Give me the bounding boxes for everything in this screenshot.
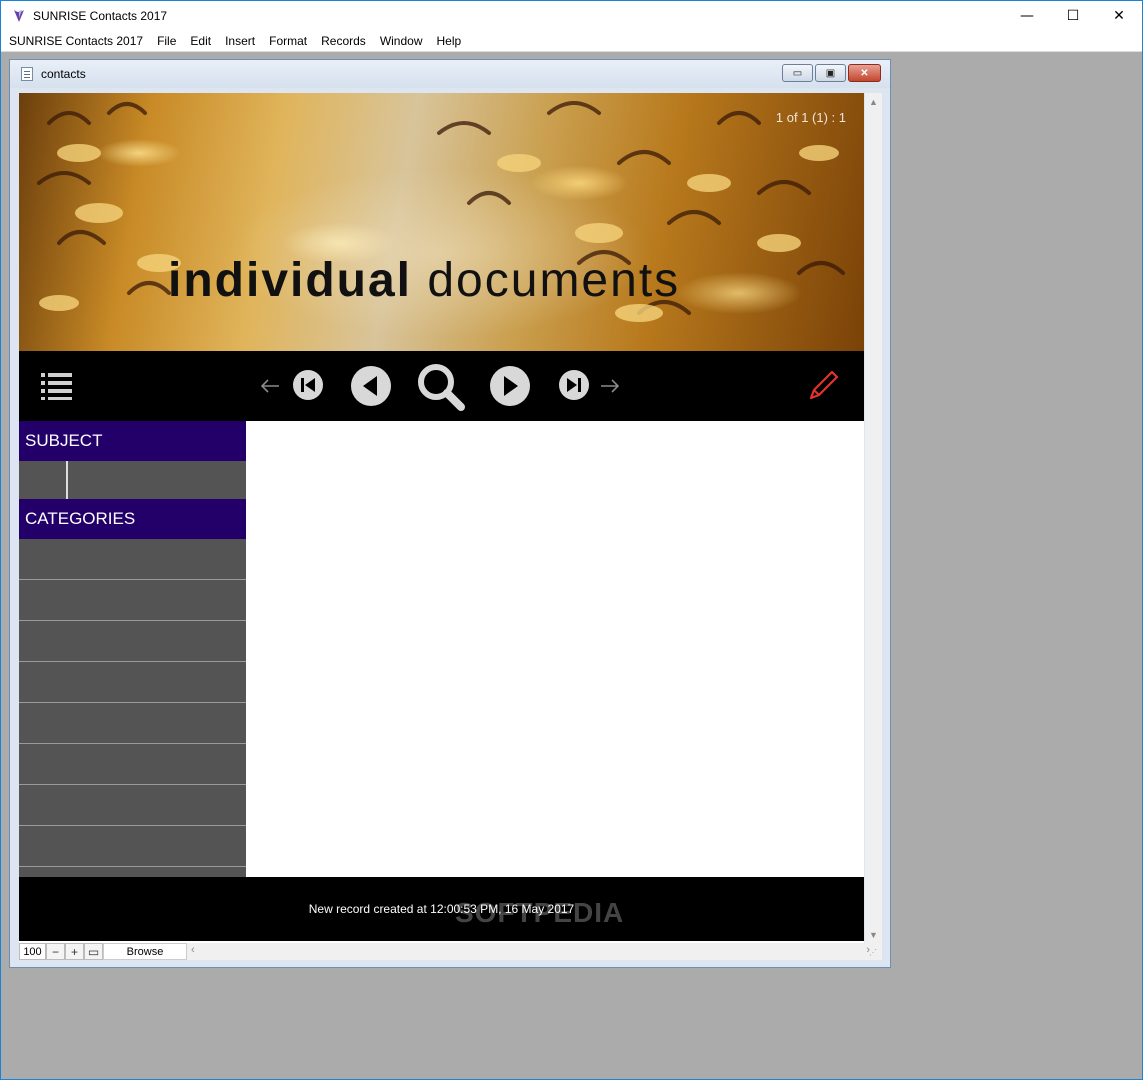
categories-header: CATEGORIES: [19, 499, 246, 539]
header-banner: 1 of 1 (1) : 1 individual documents: [19, 93, 864, 351]
layout-content: 1 of 1 (1) : 1 individual documents SUBJ…: [19, 93, 864, 943]
scroll-up-icon[interactable]: ▲: [865, 93, 882, 110]
search-icon[interactable]: [415, 361, 467, 413]
menu-edit[interactable]: Edit: [183, 34, 218, 48]
layout-title: individual documents: [168, 253, 680, 308]
mode-selector[interactable]: Browse: [103, 943, 187, 960]
status-message: New record created at 12:00:53 PM, 16 Ma…: [308, 902, 575, 916]
zoom-out-button[interactable]: −: [46, 943, 65, 960]
menu-help[interactable]: Help: [430, 34, 469, 48]
category-row[interactable]: [19, 580, 246, 621]
close-button[interactable]: ✕: [1096, 1, 1142, 31]
contacts-window-titlebar[interactable]: contacts ▭ ▣ ✕: [10, 60, 890, 88]
workspace: contacts ▭ ▣ ✕ 1 of 1 (1): 1 individual…: [1, 53, 1142, 1079]
category-row[interactable]: [19, 662, 246, 703]
minimize-button[interactable]: —: [1004, 1, 1050, 31]
last-record-icon[interactable]: [558, 369, 590, 401]
contacts-window-title: contacts: [41, 67, 86, 81]
app-title: SUNRISE Contacts 2017: [33, 9, 168, 23]
category-row[interactable]: [19, 539, 246, 580]
maximize-button[interactable]: ☐: [1050, 1, 1096, 31]
child-minimize-button[interactable]: ▭: [782, 64, 813, 82]
menu-bar: SUNRISE Contacts 2017 File Edit Insert F…: [1, 31, 1142, 52]
menu-app[interactable]: SUNRISE Contacts 2017: [1, 34, 150, 48]
child-restore-button[interactable]: ▣: [815, 64, 846, 82]
resize-grip-icon[interactable]: ⋰: [869, 948, 881, 960]
contacts-window: contacts ▭ ▣ ✕ 1 of 1 (1): 1 individual…: [9, 59, 891, 968]
toggle-toolbar-icon[interactable]: ▭: [84, 943, 103, 960]
previous-record-icon[interactable]: [350, 365, 392, 407]
record-counter: 1 of 1 (1) : 1: [775, 110, 846, 125]
bottom-bar: 100 − + ▭ Browse ‹ › ⋰: [19, 943, 882, 960]
arrow-right-icon[interactable]: [599, 375, 621, 397]
title-bar: SUNRISE Contacts 2017 — ☐ ✕: [1, 1, 1142, 31]
subject-field[interactable]: [19, 461, 246, 499]
horizontal-scrollbar[interactable]: ‹ ›: [187, 943, 882, 960]
menu-records[interactable]: Records: [314, 34, 373, 48]
app-window: SUNRISE Contacts 2017 — ☐ ✕ SUNRISE Cont…: [0, 0, 1143, 1080]
menu-insert[interactable]: Insert: [218, 34, 262, 48]
document-area[interactable]: [246, 421, 864, 877]
scroll-down-icon[interactable]: ▼: [865, 926, 882, 943]
scroll-left-icon[interactable]: ‹: [191, 944, 195, 956]
next-record-icon[interactable]: [489, 365, 531, 407]
app-logo-icon: [14, 10, 24, 22]
category-row[interactable]: [19, 785, 246, 826]
category-row[interactable]: [19, 703, 246, 744]
layout-title-rest: documents: [427, 254, 681, 307]
subject-divider: [66, 461, 68, 499]
status-bar: New record created at 12:00:53 PM, 16 Ma…: [19, 877, 864, 941]
category-row[interactable]: [19, 621, 246, 662]
menu-window[interactable]: Window: [373, 34, 430, 48]
arrow-left-icon[interactable]: [259, 375, 281, 397]
first-record-icon[interactable]: [292, 369, 324, 401]
zoom-level[interactable]: 100: [19, 943, 46, 960]
category-row[interactable]: [19, 826, 246, 867]
subject-header: SUBJECT: [19, 421, 246, 461]
navigation-bar: [19, 351, 864, 421]
list-icon[interactable]: [41, 371, 73, 401]
zoom-in-button[interactable]: +: [65, 943, 84, 960]
vertical-scrollbar[interactable]: ▲ ▼: [865, 93, 882, 943]
banner-image: [37, 101, 845, 322]
document-icon: [21, 67, 33, 81]
layout-title-bold: individual: [168, 254, 413, 307]
pencil-icon[interactable]: [807, 368, 841, 402]
category-row[interactable]: [19, 744, 246, 785]
child-close-button[interactable]: ✕: [848, 64, 881, 82]
menu-format[interactable]: Format: [262, 34, 314, 48]
categories-list: [19, 539, 246, 867]
left-panel: SUBJECT CATEGORIES: [19, 421, 246, 881]
menu-file[interactable]: File: [150, 34, 183, 48]
